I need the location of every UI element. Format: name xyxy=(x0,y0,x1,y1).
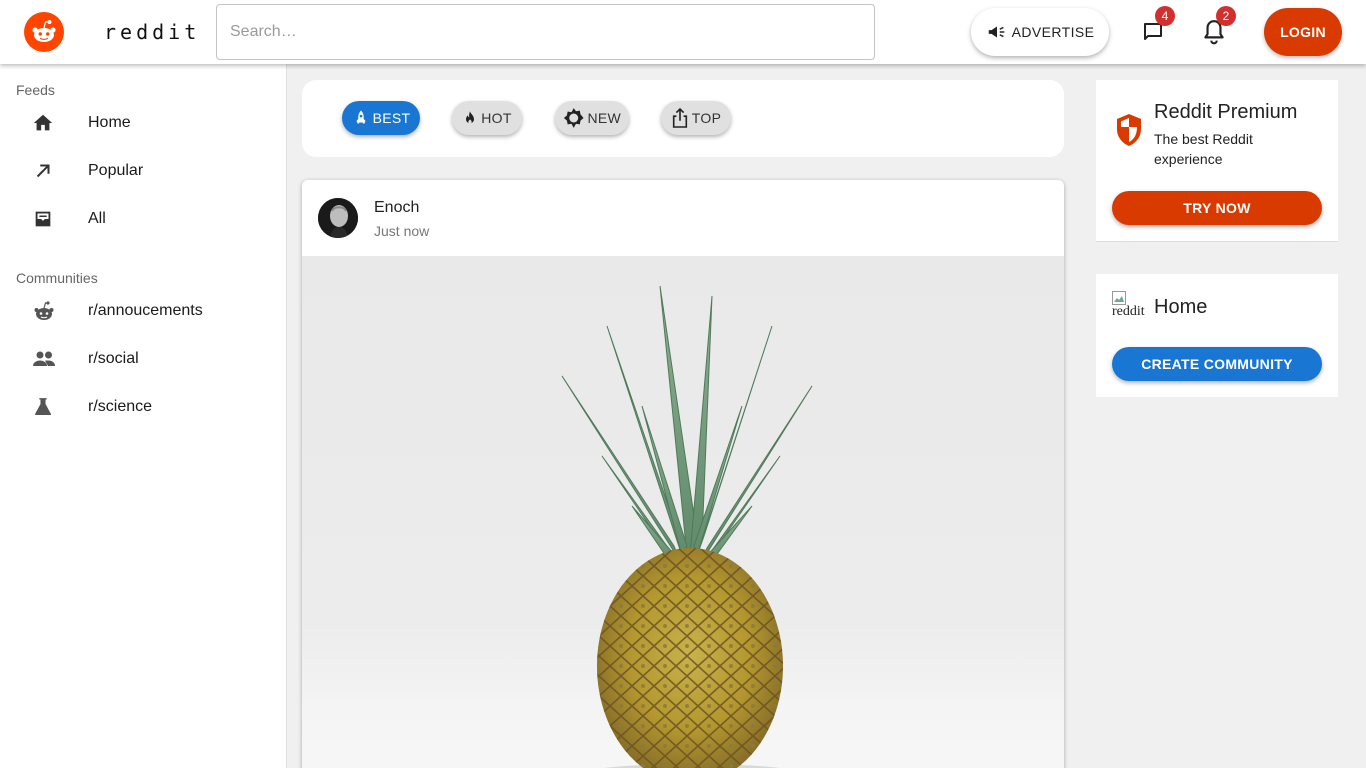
sidebar-item-label: r/annoucements xyxy=(88,302,203,319)
notifications-button[interactable]: 2 xyxy=(1194,6,1236,52)
sidebar-item-all[interactable]: All xyxy=(0,195,286,243)
filter-best-button[interactable]: BEST xyxy=(342,101,420,135)
people-icon xyxy=(33,351,55,366)
sidebar-item-label: r/social xyxy=(88,350,139,367)
sidebar-item-social[interactable]: r/social xyxy=(0,335,286,383)
reddit-wordmark: reddit xyxy=(104,20,201,44)
reddit-logo-icon[interactable] xyxy=(24,12,64,52)
post-card[interactable]: Enoch Just now xyxy=(302,180,1064,768)
create-community-button[interactable]: CREATE COMMUNITY xyxy=(1112,347,1322,381)
advertise-button[interactable]: ADVERTISE xyxy=(971,8,1109,56)
chat-button[interactable]: 4 xyxy=(1133,6,1175,52)
inbox-icon xyxy=(35,211,51,227)
reddit-alien-icon xyxy=(34,301,54,320)
rocket-icon xyxy=(356,110,366,124)
arrow-up-right-icon xyxy=(36,164,50,178)
chat-badge: 4 xyxy=(1155,6,1175,26)
advertise-label: ADVERTISE xyxy=(1011,24,1095,40)
author-avatar[interactable] xyxy=(318,198,358,238)
filter-new-button[interactable]: NEW xyxy=(555,101,629,135)
sidebar-item-label: All xyxy=(88,210,106,227)
filter-hot-button[interactable]: HOT xyxy=(452,101,522,135)
sidebar-item-label: Popular xyxy=(88,162,144,179)
shield-icon xyxy=(1117,114,1141,146)
filter-label: TOP xyxy=(691,110,722,126)
home-image-alt-text: reddit xyxy=(1112,304,1145,319)
sidebar-item-annoucements[interactable]: r/annoucements xyxy=(0,287,286,335)
post-author[interactable]: Enoch xyxy=(374,199,419,217)
filter-top-button[interactable]: TOP xyxy=(661,101,731,135)
sidebar-item-label: Home xyxy=(88,114,131,131)
feeds-heading: Feeds xyxy=(16,82,55,98)
broken-image-icon: reddit xyxy=(1112,291,1152,319)
sun-icon xyxy=(563,108,584,128)
filter-label: HOT xyxy=(481,110,512,126)
communities-heading: Communities xyxy=(16,270,98,286)
sort-filter-bar: BEST HOT NEW TOP xyxy=(302,80,1064,157)
notification-badge: 2 xyxy=(1216,6,1236,26)
home-icon xyxy=(33,114,53,131)
post-time: Just now xyxy=(374,223,430,239)
megaphone-icon xyxy=(988,26,1004,38)
post-image-pineapple[interactable] xyxy=(302,256,1064,768)
filter-label: NEW xyxy=(587,110,621,126)
search-input[interactable] xyxy=(216,4,875,60)
premium-title: Reddit Premium xyxy=(1154,101,1298,123)
filter-label: BEST xyxy=(372,110,411,126)
home-title: Home xyxy=(1154,296,1208,318)
share-up-icon xyxy=(672,107,687,128)
sidebar-item-label: r/science xyxy=(88,398,153,415)
premium-description: The best Reddit experience xyxy=(1154,131,1253,167)
top-app-bar: reddit ADVERTISE 4 2 LOGIN xyxy=(0,0,1366,64)
premium-card: Reddit Premium The best Reddit experienc… xyxy=(1096,80,1338,242)
sidebar-item-science[interactable]: r/science xyxy=(0,383,286,431)
home-card: reddit Home CREATE COMMUNITY xyxy=(1096,274,1338,397)
login-button[interactable]: LOGIN xyxy=(1264,8,1342,56)
try-now-button[interactable]: TRY NOW xyxy=(1112,191,1322,225)
sidebar-item-home[interactable]: Home xyxy=(0,99,286,147)
flask-icon xyxy=(34,398,52,416)
sidebar: Feeds Home Popular All Communities r/ann… xyxy=(0,64,287,768)
sidebar-item-popular[interactable]: Popular xyxy=(0,147,286,195)
flame-icon xyxy=(466,111,475,124)
